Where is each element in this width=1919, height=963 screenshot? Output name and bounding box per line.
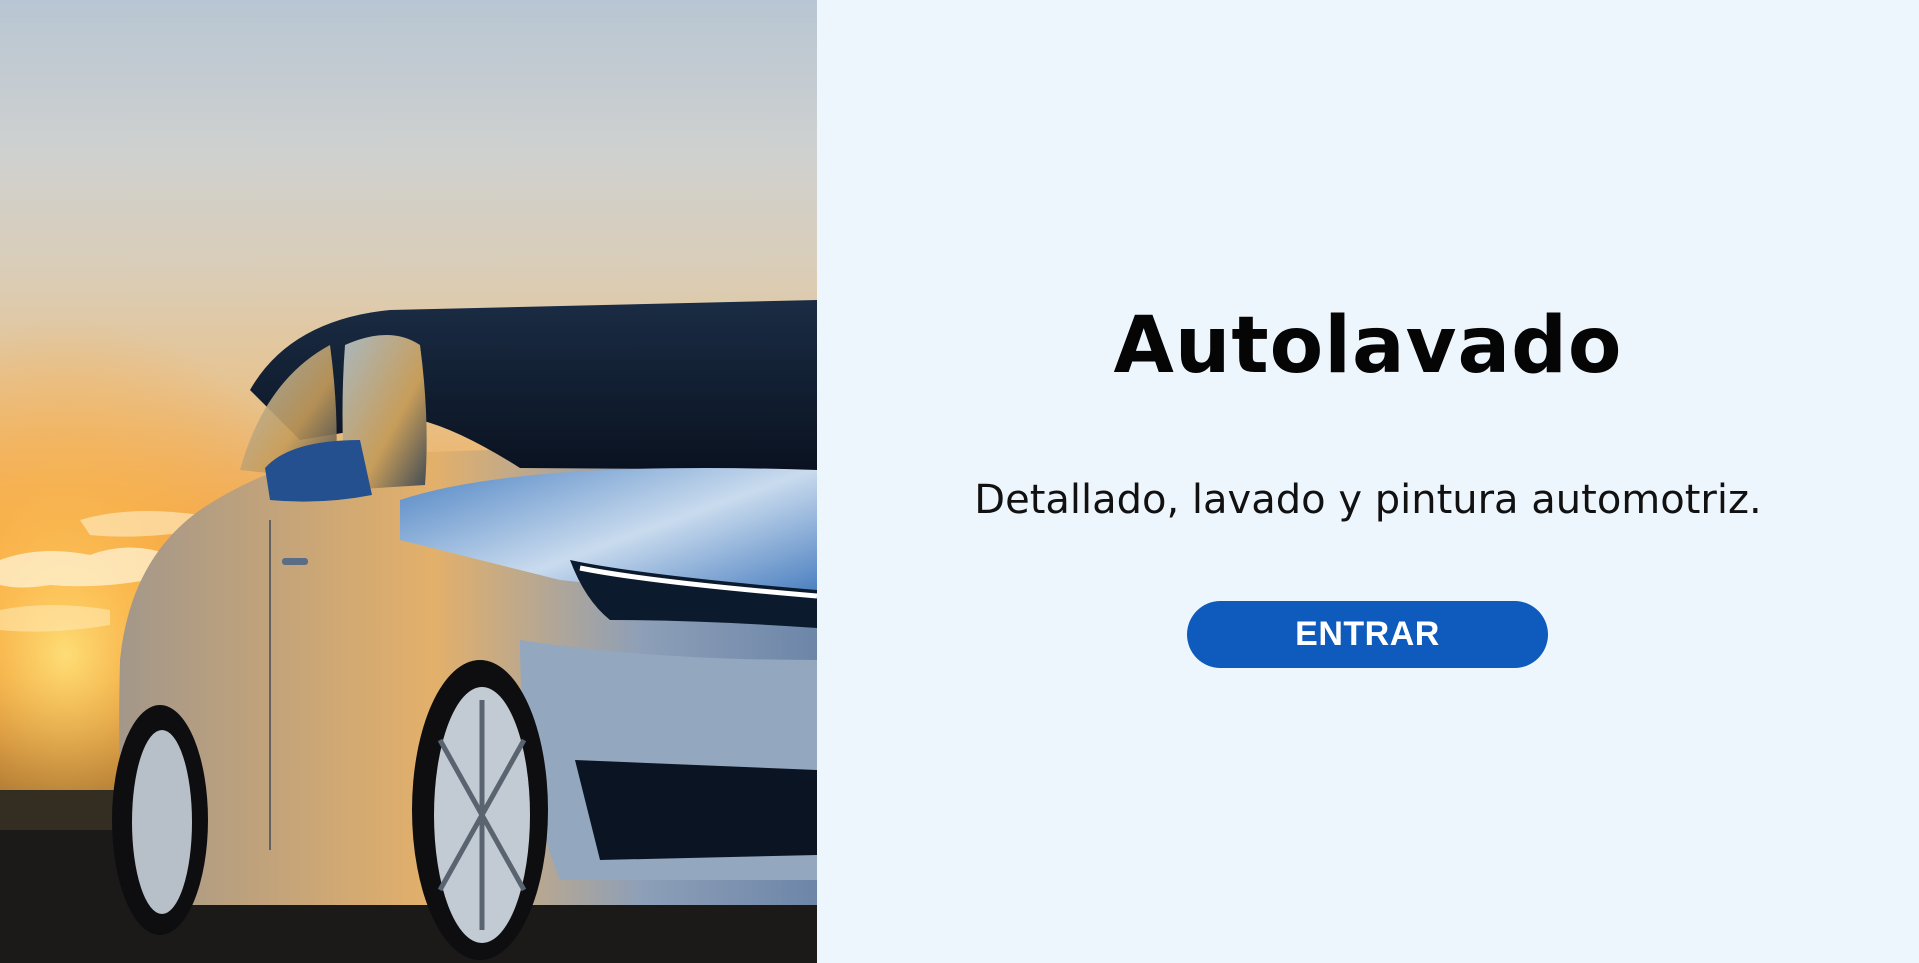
page-subtitle: Detallado, lavado y pintura automotriz.	[974, 477, 1762, 523]
page-title: Autolavado	[1113, 301, 1623, 391]
main-content: Autolavado Detallado, lavado y pintura a…	[817, 0, 1919, 963]
hero-car-image	[0, 0, 817, 963]
car-illustration	[0, 0, 817, 963]
enter-button[interactable]: ENTRAR	[1187, 601, 1548, 668]
